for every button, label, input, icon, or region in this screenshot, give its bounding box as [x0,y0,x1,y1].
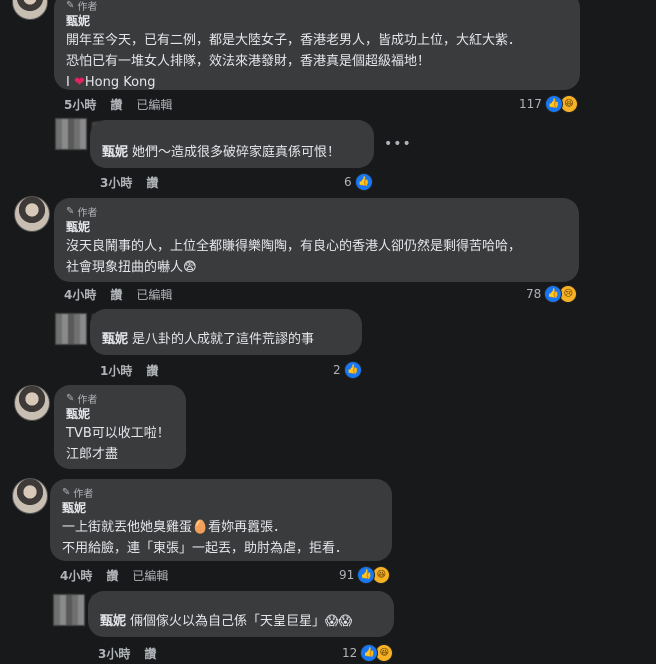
comment-meta: 4小時 讚 已編輯 [64,286,172,303]
author-tag-label: 作者 [73,488,94,500]
avatar[interactable] [55,118,87,150]
avatar[interactable] [12,478,48,514]
comment-meta: 1小時 讚 [100,362,158,379]
timestamp-link[interactable]: 3小時 [100,174,132,191]
comment-text: 甄妮 倆個傢火以為自己係「天皇巨星」😱😱 [100,611,382,632]
comment-meta: 3小時 讚 [98,645,156,662]
timestamp-link[interactable]: 1小時 [100,362,132,379]
comment-text-line: 恐怕已有一堆女人排隊，效法來港發財，香港真是個超級福地！ [66,54,431,69]
avatar[interactable] [14,196,50,232]
timestamp-link[interactable]: 3小時 [98,645,130,662]
avatar[interactable] [12,0,48,20]
comment-text: 甄妮 是八卦的人成就了這件荒謬的事 [102,329,350,350]
commenter-name[interactable]: 甄妮 [66,12,568,30]
reaction-summary[interactable]: 6 👍 [344,173,373,191]
reaction-count: 91 [339,568,355,582]
comment-text-line: 開年至今天，已有二例，都是大陸女子，香港老男人，皆成功上位，大紅大紫． [66,33,522,48]
comment-text-line: I ❤Hong Kong [66,72,568,93]
timestamp-link[interactable]: 5小時 [64,96,96,113]
like-link[interactable]: 讚 [110,286,122,303]
comment-text-line: 一上街就丟他她臭雞蛋🥚看妳再囂張． [62,520,287,535]
comment-meta: 3小時 讚 [100,174,158,191]
commenter-name[interactable]: 甄妮 [66,405,174,423]
avatar[interactable] [14,385,50,421]
comment-body: 是八卦的人成就了這件荒謬的事 [132,332,315,347]
comment-text-line: 社會現象扭曲的嚇人😨 [66,260,197,275]
like-link[interactable]: 讚 [144,645,156,662]
reaction-count: 78 [526,287,542,301]
author-badge: ✎ 作者 [62,485,380,500]
comment-text: 甄妮 她們～造成很多破碎家庭真係可恨！ [102,142,362,163]
author-badge: ✎ 作者 [66,391,174,406]
pencil-icon: ✎ [66,0,75,11]
edited-label[interactable]: 已編輯 [132,567,168,584]
reaction-summary[interactable]: 117 👍 😆 [519,95,578,113]
avatar[interactable] [53,594,85,626]
like-icon: 👍 [544,95,563,113]
like-link[interactable]: 讚 [106,567,118,584]
reaction-summary[interactable]: 78 👍 😢 [526,285,578,303]
comment-text-line: TVB可以收工啦！ [66,426,170,441]
pencil-icon: ✎ [66,392,75,404]
comment-bubble: ✎ 作者 甄妮 開年至今天，已有二例，都是大陸女子，香港老男人，皆成功上位，大紅大… [54,0,580,90]
reaction-summary[interactable]: 2 👍 [333,361,362,379]
avatar[interactable] [55,313,87,345]
comment-text-line: 不用給臉，連「東張」一起丟，助肘為虐，拒看． [62,541,349,556]
comment-text-line: 江郎才盡 [66,447,119,462]
author-tag-label: 作者 [77,1,98,13]
reaction-count: 117 [519,97,542,111]
timestamp-link[interactable]: 4小時 [60,567,92,584]
like-icon: 👍 [357,566,376,584]
commenter-name[interactable]: 甄妮 [100,614,126,629]
like-icon: 👍 [343,361,362,379]
like-link[interactable]: 讚 [146,174,158,191]
edited-label[interactable]: 已編輯 [136,96,172,113]
pencil-icon: ✎ [62,486,71,498]
like-icon: 👍 [360,644,379,662]
reaction-count: 6 [344,175,352,189]
like-icon: 👍 [544,285,563,303]
commenter-name[interactable]: 甄妮 [62,499,380,517]
commenter-name[interactable]: 甄妮 [102,332,128,347]
reaction-count: 12 [342,646,358,660]
comment-bubble: 甄妮 是八卦的人成就了這件荒謬的事 [90,309,362,355]
commenter-name[interactable]: 甄妮 [102,145,128,160]
comment-text-line: 沒天良鬧事的人，上位全都賺得樂陶陶，有良心的香港人卻仍然是剩得苦哈哈， [66,239,522,254]
text-suffix: Hong Kong [84,75,156,90]
reaction-count: 2 [333,363,341,377]
commenter-name[interactable]: 甄妮 [66,218,567,236]
comment-body: 她們～造成很多破碎家庭真係可恨！ [132,145,341,160]
reaction-summary[interactable]: 91 👍 😆 [339,566,391,584]
heart-icon: ❤ [73,75,85,90]
author-badge: ✎ 作者 [66,204,567,219]
author-badge: ✎ 作者 [66,0,568,13]
text-prefix: I [66,75,74,90]
comment-meta: 4小時 讚 已編輯 [60,567,168,584]
edited-label[interactable]: 已編輯 [136,286,172,303]
comment-body: 倆個傢火以為自己係「天皇巨星」😱😱 [130,614,353,629]
reaction-summary[interactable]: 12 👍 😆 [342,644,394,662]
more-options-icon[interactable]: ••• [384,136,412,152]
timestamp-link[interactable]: 4小時 [64,286,96,303]
comment-bubble: 甄妮 倆個傢火以為自己係「天皇巨星」😱😱 [88,591,394,637]
comment-bubble: ✎ 作者 甄妮 沒天良鬧事的人，上位全都賺得樂陶陶，有良心的香港人卻仍然是剩得苦哈… [54,198,579,282]
pencil-icon: ✎ [66,205,75,217]
author-tag-label: 作者 [77,207,98,219]
comment-bubble: ✎ 作者 甄妮 一上街就丟他她臭雞蛋🥚看妳再囂張． 不用給臉，連「東張」一起丟，助… [50,479,392,561]
like-link[interactable]: 讚 [146,362,158,379]
like-link[interactable]: 讚 [110,96,122,113]
comment-meta: 5小時 讚 已編輯 [64,96,172,113]
author-tag-label: 作者 [77,394,98,406]
comment-bubble: 甄妮 她們～造成很多破碎家庭真係可恨！ [90,120,374,168]
comment-bubble: ✎ 作者 甄妮 TVB可以收工啦！ 江郎才盡 [54,385,186,469]
like-icon: 👍 [354,173,373,191]
